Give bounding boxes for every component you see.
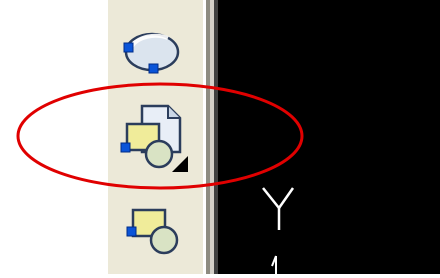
make-block-tool-icon	[120, 104, 188, 172]
ucs-icon: Y	[252, 180, 312, 274]
insert-block-tool-icon	[126, 208, 179, 255]
ellipse-tool-icon	[123, 32, 180, 74]
make-block-tool-button[interactable]	[116, 100, 188, 176]
left-margin	[0, 0, 108, 274]
ellipse-tool-button[interactable]	[118, 28, 182, 76]
insert-block-tool-button[interactable]	[116, 202, 188, 264]
